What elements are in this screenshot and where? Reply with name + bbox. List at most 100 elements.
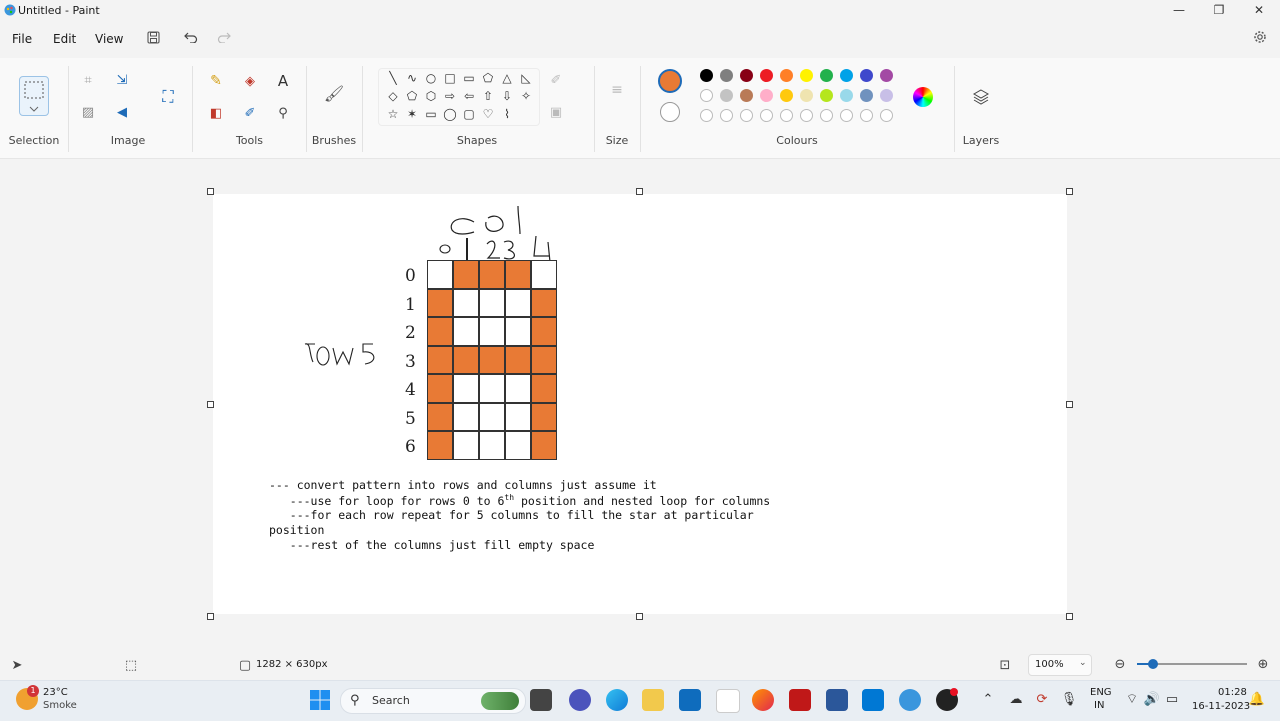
shape-option-icon[interactable]: ✶ — [404, 107, 420, 123]
crop-icon[interactable]: ⌗ — [80, 72, 96, 88]
palette-color[interactable] — [720, 69, 733, 82]
onedrive-icon[interactable]: ☁ — [1008, 692, 1024, 707]
palette-color[interactable] — [760, 89, 773, 102]
custom-color-slot[interactable] — [800, 109, 813, 122]
custom-color-slot[interactable] — [760, 109, 773, 122]
chevron-up-icon[interactable]: ⌃ — [982, 692, 994, 707]
palette-color[interactable] — [840, 69, 853, 82]
shape-option-icon[interactable]: ⬠ — [480, 71, 496, 87]
palette-color[interactable] — [860, 69, 873, 82]
stroke-size-icon[interactable]: ≡ — [606, 80, 628, 100]
language-top[interactable]: ENG — [1090, 687, 1112, 698]
menu-file[interactable]: File — [8, 30, 36, 48]
canvas-resize-handle[interactable] — [207, 613, 214, 620]
palette-color[interactable] — [860, 89, 873, 102]
shape-option-icon[interactable]: ♡ — [480, 107, 496, 123]
shape-option-icon[interactable]: ◺ — [518, 71, 534, 87]
shape-option-icon[interactable]: ⇨ — [442, 89, 458, 105]
edge-icon[interactable] — [606, 689, 628, 711]
image-select-icon[interactable]: ⛶ — [157, 86, 179, 108]
palette-color[interactable] — [800, 69, 813, 82]
drawing-canvas[interactable]: 0 1 2 3 4 5 6 --- convert pattern into rows an… — [213, 194, 1067, 614]
fit-to-window-icon[interactable]: ⊡ — [997, 658, 1013, 673]
shape-option-icon[interactable]: ⬡ — [423, 89, 439, 105]
close-button[interactable]: ✕ — [1240, 0, 1278, 20]
palette-color[interactable] — [880, 89, 893, 102]
canvas-resize-handle[interactable] — [636, 188, 643, 195]
edit-colors-icon[interactable] — [913, 87, 933, 107]
custom-color-slot[interactable] — [720, 109, 733, 122]
shape-option-icon[interactable]: ⇧ — [480, 89, 496, 105]
palette-color[interactable] — [780, 69, 793, 82]
image-remove-bg-icon[interactable]: ▨ — [80, 104, 96, 120]
shape-option-icon[interactable]: ⌇ — [499, 107, 515, 123]
canvas-resize-handle[interactable] — [1066, 401, 1073, 408]
mcafee-icon[interactable] — [789, 689, 811, 711]
pencil-icon[interactable]: ✎ — [207, 72, 225, 90]
zoom-slider-track[interactable] — [1137, 659, 1247, 669]
shape-option-icon[interactable]: ▭ — [461, 71, 477, 87]
shape-option-icon[interactable]: ⇦ — [461, 89, 477, 105]
menu-view[interactable]: View — [91, 30, 127, 48]
paint-taskbar-icon[interactable] — [899, 689, 921, 711]
palette-color[interactable] — [880, 69, 893, 82]
layers-icon[interactable] — [970, 86, 992, 108]
task-view-icon[interactable] — [530, 689, 552, 711]
custom-color-slot[interactable] — [840, 109, 853, 122]
shape-option-icon[interactable]: ☆ — [385, 107, 401, 123]
shape-option-icon[interactable]: ○ — [423, 71, 439, 87]
shape-option-icon[interactable]: ▢ — [461, 107, 477, 123]
canvas-resize-handle[interactable] — [636, 613, 643, 620]
palette-color[interactable] — [700, 69, 713, 82]
settings-icon[interactable] — [1250, 28, 1270, 46]
canvas-resize-handle[interactable] — [207, 188, 214, 195]
save-icon[interactable] — [143, 28, 163, 46]
shape-option-icon[interactable]: ◯ — [442, 107, 458, 123]
windows-start-icon[interactable] — [309, 689, 331, 711]
shape-option-icon[interactable]: ◇ — [385, 89, 401, 105]
battery-icon[interactable]: ▭ — [1164, 692, 1180, 707]
custom-color-slot[interactable] — [820, 109, 833, 122]
canvas-resize-handle[interactable] — [207, 401, 214, 408]
clock-date[interactable]: 16-11-2023 — [1192, 701, 1250, 712]
language-bottom[interactable]: IN — [1094, 700, 1104, 711]
chat-icon[interactable] — [569, 689, 591, 711]
canvas-resize-handle[interactable] — [1066, 613, 1073, 620]
secondary-color-swatch[interactable] — [660, 102, 680, 122]
shape-option-icon[interactable]: □ — [442, 71, 458, 87]
primary-color-swatch[interactable] — [658, 69, 682, 93]
custom-color-slot[interactable] — [740, 109, 753, 122]
palette-color[interactable] — [820, 89, 833, 102]
redo-icon[interactable] — [214, 28, 234, 46]
custom-color-slot[interactable] — [780, 109, 793, 122]
firefox-icon[interactable] — [752, 689, 774, 711]
fill-bucket-icon[interactable]: ◈ — [241, 72, 259, 90]
store-icon[interactable] — [679, 689, 701, 711]
resize-icon[interactable]: ⇲ — [114, 72, 130, 88]
shapes-gallery[interactable]: ╲ ∿ ○ □ ▭ ⬠ △ ◺ ◇ ⬠ ⬡ ⇨ ⇦ ⇧ ⇩ ✧ ☆ ✶ ▭ ◯ ▢ ♡ ⌇ — [378, 68, 540, 126]
undo-icon[interactable] — [181, 28, 201, 46]
zoom-slider-thumb[interactable] — [1148, 659, 1158, 669]
menu-edit[interactable]: Edit — [49, 30, 80, 48]
palette-color[interactable] — [820, 69, 833, 82]
weather-temp[interactable]: 23°C — [43, 687, 68, 698]
file-explorer-icon[interactable] — [642, 689, 664, 711]
palette-color[interactable] — [800, 89, 813, 102]
notification-bell-icon[interactable]: 🔔 — [1249, 692, 1265, 707]
color-palette[interactable] — [700, 69, 900, 125]
zoom-out-icon[interactable]: ⊖ — [1113, 657, 1127, 672]
palette-color[interactable] — [840, 89, 853, 102]
notepad-icon[interactable] — [716, 689, 740, 713]
word-icon[interactable] — [826, 689, 848, 711]
magnifier-icon[interactable]: ⚲ — [274, 104, 292, 122]
palette-color[interactable] — [760, 69, 773, 82]
custom-color-slot[interactable] — [880, 109, 893, 122]
shape-option-icon[interactable]: △ — [499, 71, 515, 87]
shape-option-icon[interactable]: ∿ — [404, 71, 420, 87]
shape-fill-icon[interactable]: ▣ — [548, 104, 564, 120]
zoom-in-icon[interactable]: ⊕ — [1256, 657, 1270, 672]
brush-icon[interactable]: 🖌 — [324, 78, 344, 108]
palette-color[interactable] — [780, 89, 793, 102]
volume-icon[interactable]: 🔊 — [1144, 692, 1160, 707]
shape-option-icon[interactable]: ⇩ — [499, 89, 515, 105]
